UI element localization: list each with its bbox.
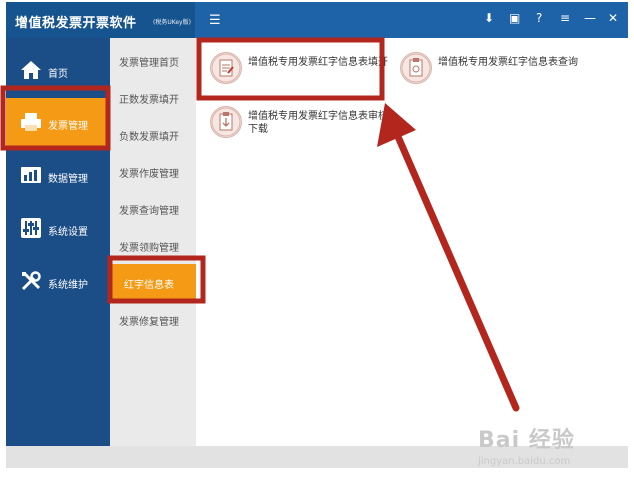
menu-toggle-icon[interactable]: ☰	[209, 13, 221, 28]
sub-item-label: 发票作废管理	[119, 169, 179, 180]
data-management-icon	[21, 167, 41, 183]
tools-icon	[21, 271, 41, 291]
sub-item-label: 发票查询管理	[119, 206, 179, 217]
brand-area: 增值税发票开票软件 (税务UKey版)	[6, 2, 195, 38]
watermark-logo: Bai 经验	[478, 428, 575, 453]
sub-item-positive-invoice[interactable]: 正数发票填开	[110, 79, 196, 115]
invoice-app-window: 增值税发票开票软件 (税务UKey版) ☰ ⬇ ▣ ? ≡ — ✕ 首页 发票管…	[6, 2, 628, 468]
nav-item-label: 系统设置	[48, 227, 88, 238]
sub-item-label: 发票修复管理	[119, 317, 179, 328]
window-mode-icon[interactable]: ▣	[509, 11, 520, 25]
sub-item-negative-invoice[interactable]: 负数发票填开	[110, 116, 196, 152]
sub-item-label: 发票领购管理	[119, 243, 179, 254]
sub-item-query-management[interactable]: 发票查询管理	[110, 190, 196, 226]
form-download-icon	[210, 106, 242, 138]
main-sidebar: 首页 发票管理 数据管理 系统设置 系统维护	[6, 38, 110, 446]
sub-item-label: 红字信息表	[124, 280, 174, 291]
home-icon	[21, 61, 41, 79]
sub-sidebar: 发票管理首页 正数发票填开 负数发票填开 发票作废管理 发票查询管理 发票领购管…	[110, 38, 196, 446]
minimize-icon[interactable]: —	[584, 11, 596, 25]
nav-item-label: 首页	[48, 69, 68, 80]
nav-item-system-maintenance[interactable]: 系统维护	[6, 257, 110, 307]
function-label: 增值税专用发票红字信息表填开	[248, 57, 388, 68]
invoice-printer-icon	[21, 113, 41, 131]
app-title: 增值税发票开票软件	[15, 16, 137, 31]
sub-item-label: 发票管理首页	[119, 58, 179, 69]
sub-item-repair-management[interactable]: 发票修复管理	[110, 301, 196, 337]
sub-item-void-management[interactable]: 发票作废管理	[110, 153, 196, 189]
form-query-icon	[400, 52, 432, 84]
sub-item-label: 负数发票填开	[119, 132, 179, 143]
title-bar: 增值税发票开票软件 (税务UKey版) ☰ ⬇ ▣ ? ≡ — ✕	[6, 2, 628, 38]
sub-item-invoice-home[interactable]: 发票管理首页	[110, 42, 196, 78]
form-edit-icon	[210, 52, 242, 84]
download-icon[interactable]: ⬇	[484, 11, 494, 25]
watermark-url: jingyan.baidu.com	[478, 456, 571, 467]
nav-item-invoice-management[interactable]: 发票管理	[6, 98, 110, 148]
menu-icon[interactable]: ≡	[560, 11, 570, 25]
settings-sliders-icon	[21, 218, 41, 238]
nav-item-data-management[interactable]: 数据管理	[6, 151, 110, 201]
nav-item-label: 发票管理	[48, 121, 88, 132]
watermark: Bai 经验 jingyan.baidu.com	[478, 422, 575, 467]
nav-item-system-settings[interactable]: 系统设置	[6, 204, 110, 254]
sub-item-label: 正数发票填开	[119, 95, 179, 106]
sub-item-purchase-management[interactable]: 发票领购管理	[110, 227, 196, 263]
main-content: 增值税专用发票红字信息表填开 增值税专用发票红字信息表查询 增值税专用发票红字信…	[196, 38, 628, 446]
close-icon[interactable]: ✕	[608, 11, 618, 25]
function-label: 增值税专用发票红字信息表审核下载	[248, 111, 388, 135]
nav-item-label: 数据管理	[48, 174, 88, 185]
help-icon[interactable]: ?	[536, 11, 542, 25]
nav-item-home[interactable]: 首页	[6, 46, 110, 96]
nav-item-label: 系统维护	[48, 280, 88, 291]
app-subtitle: (税务UKey版)	[153, 19, 191, 26]
sub-item-red-info-table[interactable]: 红字信息表	[110, 264, 196, 300]
function-label: 增值税专用发票红字信息表查询	[438, 57, 578, 68]
